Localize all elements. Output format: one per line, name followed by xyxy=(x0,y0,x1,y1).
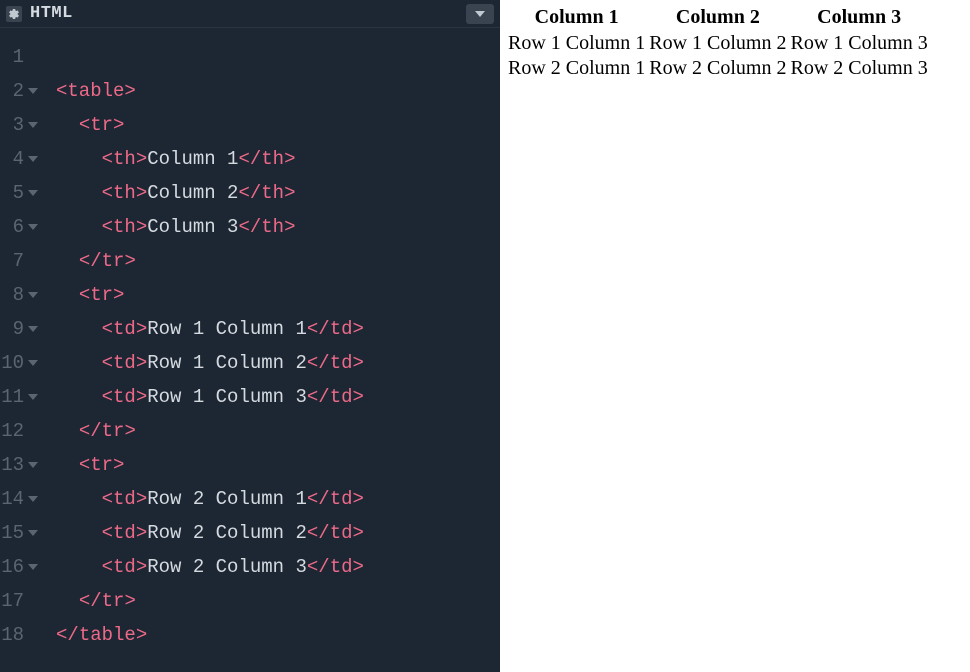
table-cell: Row 2 Column 1 xyxy=(506,56,647,81)
editor-title: HTML xyxy=(30,4,73,23)
line-number: 1 xyxy=(0,40,42,74)
line-number: 18 xyxy=(0,618,42,652)
code-line[interactable]: <td>Row 1 Column 1</td> xyxy=(56,312,500,346)
table-cell: Row 1 Column 3 xyxy=(789,31,930,56)
line-number: 17 xyxy=(0,584,42,618)
line-number: 2 xyxy=(0,74,42,108)
chevron-down-icon xyxy=(475,11,485,17)
fold-marker-icon[interactable] xyxy=(28,530,38,536)
table-cell: Row 1 Column 1 xyxy=(506,31,647,56)
line-number: 16 xyxy=(0,550,42,584)
code-line[interactable]: <td>Row 1 Column 3</td> xyxy=(56,380,500,414)
code-line[interactable]: <td>Row 1 Column 2</td> xyxy=(56,346,500,380)
table-header: Column 2 xyxy=(647,4,788,31)
preview-pane: Column 1 Column 2 Column 3 Row 1 Column … xyxy=(500,0,970,672)
gear-icon[interactable] xyxy=(6,6,22,22)
line-number: 5 xyxy=(0,176,42,210)
line-number: 3 xyxy=(0,108,42,142)
line-number: 15 xyxy=(0,516,42,550)
editor-pane: HTML 123456789101112131415161718 <table>… xyxy=(0,0,500,672)
code-line[interactable] xyxy=(56,40,500,74)
fold-marker-icon[interactable] xyxy=(28,224,38,230)
table-cell: Row 1 Column 2 xyxy=(647,31,788,56)
code-line[interactable]: </tr> xyxy=(56,584,500,618)
line-number: 12 xyxy=(0,414,42,448)
fold-marker-icon[interactable] xyxy=(28,564,38,570)
code-line[interactable]: <td>Row 2 Column 3</td> xyxy=(56,550,500,584)
fold-marker-icon[interactable] xyxy=(28,292,38,298)
code-line[interactable]: </tr> xyxy=(56,244,500,278)
code-line[interactable]: <table> xyxy=(56,74,500,108)
line-number: 14 xyxy=(0,482,42,516)
line-number: 13 xyxy=(0,448,42,482)
fold-marker-icon[interactable] xyxy=(28,394,38,400)
fold-marker-icon[interactable] xyxy=(28,122,38,128)
gutter: 123456789101112131415161718 xyxy=(0,40,50,672)
fold-marker-icon[interactable] xyxy=(28,156,38,162)
collapse-button[interactable] xyxy=(466,4,494,24)
fold-marker-icon[interactable] xyxy=(28,462,38,468)
table-row: Row 1 Column 1 Row 1 Column 2 Row 1 Colu… xyxy=(506,31,930,56)
table-header: Column 1 xyxy=(506,4,647,31)
code-line[interactable]: <tr> xyxy=(56,278,500,312)
code-line[interactable]: <th>Column 1</th> xyxy=(56,142,500,176)
code-line[interactable]: <th>Column 2</th> xyxy=(56,176,500,210)
preview-table: Column 1 Column 2 Column 3 Row 1 Column … xyxy=(506,4,930,81)
code-lines[interactable]: <table> <tr> <th>Column 1</th> <th>Colum… xyxy=(50,40,500,672)
code-line[interactable]: <tr> xyxy=(56,108,500,142)
code-line[interactable]: </tr> xyxy=(56,414,500,448)
fold-marker-icon[interactable] xyxy=(28,88,38,94)
code-line[interactable]: <td>Row 2 Column 2</td> xyxy=(56,516,500,550)
code-line[interactable]: <td>Row 2 Column 1</td> xyxy=(56,482,500,516)
code-line[interactable]: <th>Column 3</th> xyxy=(56,210,500,244)
fold-marker-icon[interactable] xyxy=(28,190,38,196)
table-header: Column 3 xyxy=(789,4,930,31)
code-line[interactable]: <tr> xyxy=(56,448,500,482)
editor-header: HTML xyxy=(0,0,500,28)
line-number: 9 xyxy=(0,312,42,346)
line-number: 7 xyxy=(0,244,42,278)
fold-marker-icon[interactable] xyxy=(28,326,38,332)
line-number: 4 xyxy=(0,142,42,176)
code-line[interactable]: </table> xyxy=(56,618,500,652)
fold-marker-icon[interactable] xyxy=(28,496,38,502)
code-area[interactable]: 123456789101112131415161718 <table> <tr>… xyxy=(0,28,500,672)
line-number: 11 xyxy=(0,380,42,414)
fold-marker-icon[interactable] xyxy=(28,360,38,366)
line-number: 6 xyxy=(0,210,42,244)
table-header-row: Column 1 Column 2 Column 3 xyxy=(506,4,930,31)
table-cell: Row 2 Column 2 xyxy=(647,56,788,81)
table-cell: Row 2 Column 3 xyxy=(789,56,930,81)
line-number: 8 xyxy=(0,278,42,312)
line-number: 10 xyxy=(0,346,42,380)
table-row: Row 2 Column 1 Row 2 Column 2 Row 2 Colu… xyxy=(506,56,930,81)
